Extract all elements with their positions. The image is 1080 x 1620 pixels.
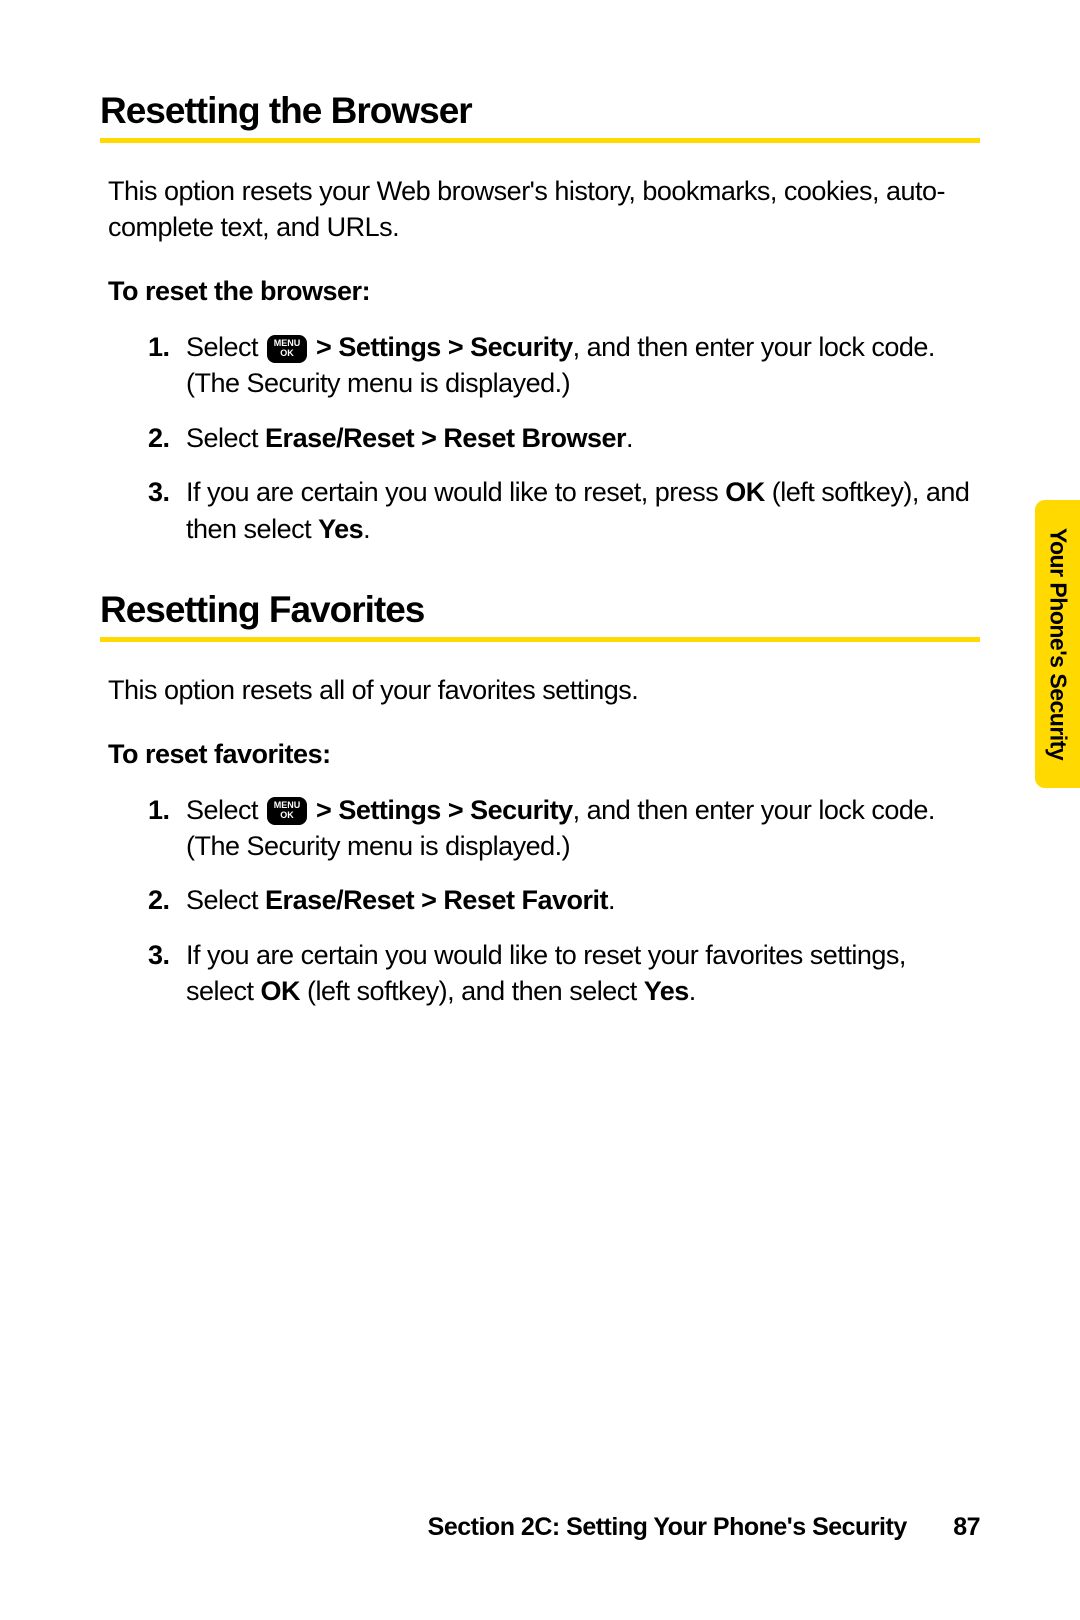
step-bold: > Settings > Security (309, 332, 573, 362)
heading-resetting-browser: Resetting the Browser (100, 90, 980, 132)
footer-section-title: Section 2C: Setting Your Phone's Securit… (428, 1513, 907, 1541)
step-number: 1. (148, 329, 170, 365)
list-item: 2. Select Erase/Reset > Reset Browser. (148, 420, 972, 456)
intro-text-2: This option resets all of your favorites… (100, 672, 980, 708)
step-bold: Erase/Reset > Reset Favorit (265, 885, 608, 915)
section-resetting-favorites: Resetting Favorites This option resets a… (100, 589, 980, 1010)
step-bold: Yes (644, 976, 689, 1006)
side-tab-label: Your Phone's Security (1044, 528, 1071, 760)
list-item: 1. Select MENUOK > Settings > Security, … (148, 329, 972, 402)
step-bold: OK (725, 477, 765, 507)
step-number: 2. (148, 882, 170, 918)
subhead-2: To reset favorites: (100, 739, 980, 770)
steps-list-2: 1. Select MENUOK > Settings > Security, … (100, 792, 980, 1010)
step-text: . (608, 885, 615, 915)
page-number: 87 (953, 1513, 980, 1541)
step-bold: Erase/Reset > Reset Browser (265, 423, 626, 453)
list-item: 2. Select Erase/Reset > Reset Favorit. (148, 882, 972, 918)
step-text: If you are certain you would like to res… (186, 477, 725, 507)
menu-ok-key-icon: MENUOK (267, 797, 307, 825)
step-text: Select (186, 885, 265, 915)
step-bold: > Settings > Security (309, 795, 573, 825)
step-number: 1. (148, 792, 170, 828)
step-text: . (689, 976, 696, 1006)
step-text: . (626, 423, 633, 453)
step-text: (left softkey), and then select (300, 976, 644, 1006)
list-item: 3. If you are certain you would like to … (148, 937, 972, 1010)
list-item: 1. Select MENUOK > Settings > Security, … (148, 792, 972, 865)
heading-rule (100, 637, 980, 642)
manual-page: Resetting the Browser This option resets… (0, 0, 1080, 1132)
side-tab: Your Phone's Security (1035, 500, 1080, 788)
step-bold: OK (261, 976, 301, 1006)
intro-text-1: This option resets your Web browser's hi… (100, 173, 980, 246)
heading-resetting-favorites: Resetting Favorites (100, 589, 980, 631)
page-footer: Section 2C: Setting Your Phone's Securit… (428, 1513, 980, 1542)
list-item: 3. If you are certain you would like to … (148, 474, 972, 547)
step-number: 3. (148, 474, 170, 510)
step-text: Select (186, 423, 265, 453)
menu-ok-key-icon: MENUOK (267, 335, 307, 363)
steps-list-1: 1. Select MENUOK > Settings > Security, … (100, 329, 980, 547)
step-number: 3. (148, 937, 170, 973)
step-bold: Yes (318, 514, 363, 544)
step-number: 2. (148, 420, 170, 456)
subhead-1: To reset the browser: (100, 276, 980, 307)
step-text: Select (186, 332, 265, 362)
step-text: Select (186, 795, 265, 825)
step-text: . (363, 514, 370, 544)
heading-rule (100, 138, 980, 143)
